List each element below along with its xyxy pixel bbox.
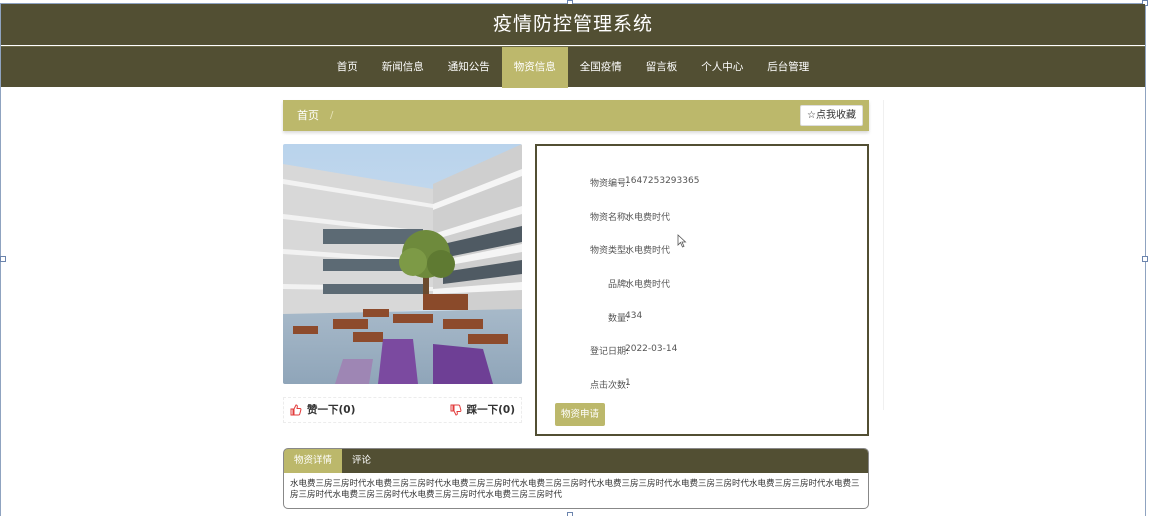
breadcrumb-separator: / xyxy=(330,110,334,121)
like-label: 赞一下(0) xyxy=(307,404,356,416)
detail-label: 物资编号: xyxy=(589,179,629,189)
detail-value: 434 xyxy=(625,311,643,321)
dislike-button[interactable]: 踩一下(0) xyxy=(450,402,515,417)
main-nav: 首页 新闻信息 通知公告 物资信息 全国疫情 留言板 个人中心 后台管理 xyxy=(1,46,1145,88)
nav-item-notices[interactable]: 通知公告 xyxy=(436,47,502,88)
site-title: 疫情防控管理系统 xyxy=(1,4,1145,45)
tab-content: 水电费三房三房时代水电费三房三房时代水电费三房三房时代水电费三房三房时代水电费三… xyxy=(290,479,860,500)
nav-item-admin[interactable]: 后台管理 xyxy=(755,47,821,88)
thumbs-down-icon xyxy=(450,404,462,416)
thumbs-up-icon xyxy=(290,403,302,415)
nav-item-news[interactable]: 新闻信息 xyxy=(370,47,436,88)
nav-item-personal-center[interactable]: 个人中心 xyxy=(689,47,755,88)
detail-label: 登记日期: xyxy=(589,347,629,357)
resize-handle-right[interactable] xyxy=(1142,256,1148,262)
detail-value: 水电费时代 xyxy=(625,246,671,256)
detail-label: 点击次数: xyxy=(589,381,629,391)
detail-row-date: 登记日期: 2022-03-14 xyxy=(537,344,867,360)
nav-item-national-epidemic[interactable]: 全国疫情 xyxy=(568,47,634,88)
breadcrumb-home-link[interactable]: 首页 xyxy=(297,100,319,131)
resize-handle-left[interactable] xyxy=(0,256,6,262)
detail-value: 2022-03-14 xyxy=(625,344,678,354)
detail-row-type: 物资类型: 水电费时代 xyxy=(537,243,867,259)
resize-handle-bottom[interactable] xyxy=(567,512,573,516)
detail-value: 1647253293365 xyxy=(625,176,700,186)
nav-item-home[interactable]: 首页 xyxy=(325,47,370,88)
supply-image xyxy=(283,144,522,384)
detail-value: 1 xyxy=(625,378,631,388)
nav-item-supplies[interactable]: 物资信息 xyxy=(501,47,568,88)
building-courtyard-photo xyxy=(283,144,522,384)
detail-row-quantity: 数量: 434 xyxy=(537,311,867,327)
detail-value: 水电费时代 xyxy=(625,280,671,290)
detail-tabs: 物资详情 评论 水电费三房三房时代水电费三房三房时代水电费三房三房时代水电费三房… xyxy=(283,448,869,509)
detail-value: 水电费时代 xyxy=(625,213,671,223)
detail-row-id: 物资编号: 1647253293365 xyxy=(537,176,867,192)
nav-item-message-board[interactable]: 留言板 xyxy=(634,47,690,88)
breadcrumb: 首页 / ☆点我收藏 xyxy=(283,100,869,131)
detail-row-clicks: 点击次数: 1 xyxy=(537,378,867,394)
tab-supply-details[interactable]: 物资详情 xyxy=(284,449,343,473)
divider xyxy=(883,100,884,410)
like-button[interactable]: 赞一下(0) xyxy=(290,402,355,417)
detail-row-brand: 品牌: 水电费时代 xyxy=(537,277,867,293)
favorite-button[interactable]: ☆点我收藏 xyxy=(800,105,863,126)
detail-row-name: 物资名称: 水电费时代 xyxy=(537,210,867,226)
apply-supply-button[interactable]: 物资申请 xyxy=(555,403,606,426)
reaction-bar: 赞一下(0) 踩一下(0) xyxy=(283,397,522,423)
detail-label: 物资名称: xyxy=(589,213,629,223)
detail-label: 物资类型: xyxy=(589,246,629,256)
tab-bar: 物资详情 评论 xyxy=(284,449,868,473)
mouse-cursor-icon xyxy=(677,234,687,248)
dislike-label: 踩一下(0) xyxy=(466,404,515,416)
supply-details-panel: 物资编号: 1647253293365 物资名称: 水电费时代 物资类型: 水电… xyxy=(535,144,869,436)
tab-comments[interactable]: 评论 xyxy=(342,449,381,473)
